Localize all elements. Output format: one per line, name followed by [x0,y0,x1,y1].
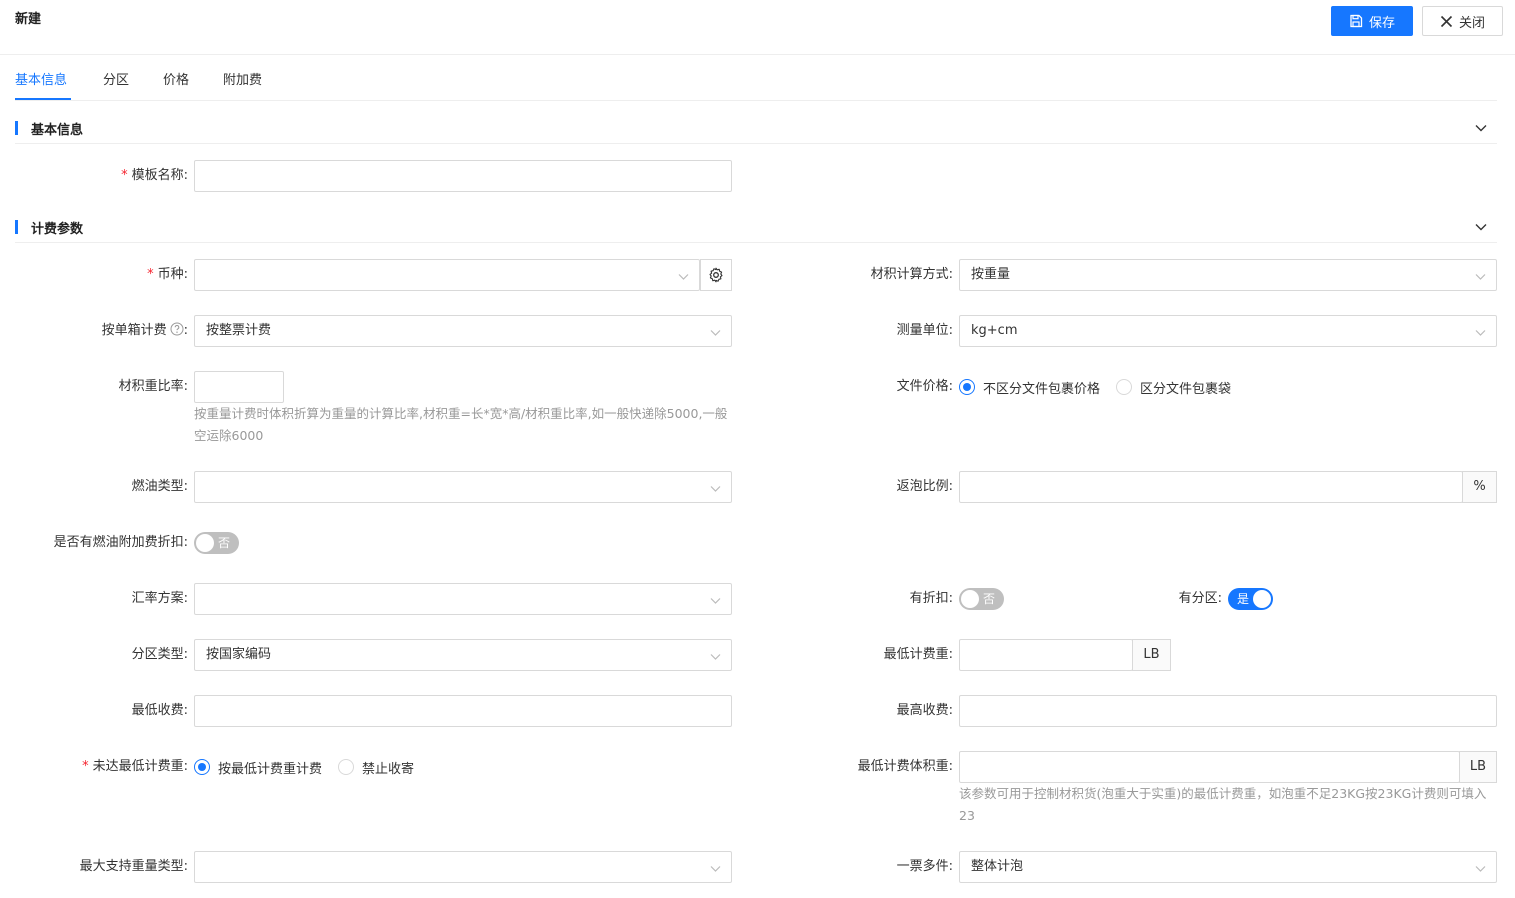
unit-label: 测量单位: [896,323,953,338]
switch-knob [961,590,979,608]
max-fee-input[interactable] [959,695,1497,727]
save-button[interactable]: 保存 [1331,6,1413,36]
chevron-down-icon [1475,274,1486,280]
volume-calc-label: 材积计算方式: [870,267,953,282]
chevron-down-icon [710,654,721,660]
per-box-label: 按单箱计费: [101,322,188,338]
required-mark: * [82,759,89,774]
switch-knob [196,534,214,552]
doc-price-option-no-distinction[interactable]: 不区分文件包裹价格 [959,378,1100,397]
section-title-basic: 基本信息 [31,123,84,138]
currency-settings-button[interactable] [700,259,732,291]
volume-calc-select[interactable]: 按重量 [959,259,1497,291]
required-mark: * [147,267,154,282]
per-box-select[interactable]: 按整票计费 [194,315,732,347]
has-zone-label: 有分区: [1178,591,1222,606]
volume-ratio-label: 材积重比率: [118,379,188,394]
below-min-option-reject[interactable]: 禁止收寄 [338,758,414,777]
max-weight-type-select[interactable] [194,851,732,883]
rate-plan-label: 汇率方案: [131,591,188,606]
min-weight-input[interactable] [959,639,1133,671]
multi-piece-label: 一票多件: [896,859,953,874]
volume-ratio-hint: 按重量计费时体积折算为重量的计算比率,材积重=长*宽*高/材积重比率,如一般快递… [194,406,728,443]
chevron-down-icon [710,866,721,872]
doc-price-radio-group: 不区分文件包裹价格 区分文件包裹袋 [959,371,1247,403]
max-weight-type-label: 最大支持重量类型: [79,859,188,874]
chevron-down-icon[interactable] [1474,121,1488,139]
save-icon [1350,14,1363,28]
tab-surcharge[interactable]: 附加费 [223,69,262,88]
has-zone-switch[interactable]: 是 [1228,588,1273,610]
question-circle-icon[interactable] [170,322,184,336]
percent-suffix: % [1462,471,1497,503]
tab-basic-info[interactable]: 基本信息 [15,69,67,88]
template-name-label: * 模板名称: [121,168,188,183]
currency-select[interactable] [194,259,700,291]
tab-price[interactable]: 价格 [163,69,189,88]
fuel-type-label: 燃油类型: [131,479,188,494]
fuel-discount-label: 是否有燃油附加费折扣: [53,535,188,550]
lb-suffix: LB [1459,751,1497,783]
save-button-label: 保存 [1368,15,1395,31]
header-divider [0,54,1515,55]
doc-price-option-distinguish[interactable]: 区分文件包裹袋 [1116,378,1231,397]
close-button[interactable]: 关闭 [1422,6,1503,36]
lb-suffix: LB [1132,639,1171,671]
unit-select[interactable]: kg+cm [959,315,1497,347]
section-divider [15,242,1497,243]
template-name-input[interactable] [194,160,732,192]
radio-unchecked [1116,379,1133,395]
below-min-radio-group: 按最低计费重计费 禁止收寄 [194,751,430,783]
required-mark: * [121,168,128,183]
below-min-option-charge-min[interactable]: 按最低计费重计费 [194,758,322,777]
min-fee-input[interactable] [194,695,732,727]
chevron-down-icon [1475,330,1486,336]
volume-ratio-input[interactable] [194,371,284,403]
chevron-down-icon [710,330,721,336]
fuel-type-select[interactable] [194,471,732,503]
fuel-discount-switch[interactable]: 否 [194,532,239,554]
min-vol-weight-label: 最低计费体积重: [857,759,953,774]
section-marker [15,121,18,135]
rate-plan-select[interactable] [194,583,732,615]
min-vol-weight-input[interactable] [959,751,1460,783]
close-button-label: 关闭 [1458,15,1485,31]
radio-checked [959,379,975,395]
chevron-down-icon [710,486,721,492]
zone-type-select[interactable]: 按国家编码 [194,639,732,671]
doc-price-label: 文件价格: [896,379,953,394]
gear-icon [709,267,723,283]
radio-checked [194,759,210,775]
section-divider [15,143,1497,144]
has-discount-switch[interactable]: 否 [959,588,1004,610]
chevron-down-icon [710,598,721,604]
chevron-down-icon[interactable] [1474,220,1488,238]
chevron-down-icon [1475,866,1486,872]
max-fee-label: 最高收费: [896,703,953,718]
switch-knob [1253,590,1271,608]
min-fee-label: 最低收费: [131,703,188,718]
close-icon [1440,15,1453,27]
section-title-billing: 计费参数 [31,222,84,237]
zone-type-label: 分区类型: [131,647,188,662]
min-vol-weight-hint: 该参数可用于控制材积货(泡重大于实重)的最低计费重，如泡重不足23KG按23KG… [959,786,1487,823]
has-discount-label: 有折扣: [909,591,953,606]
min-weight-label: 最低计费重: [883,647,953,662]
currency-label: * 币种: [147,267,188,282]
section-marker [15,220,18,234]
tab-zones[interactable]: 分区 [103,69,129,88]
page-title: 新建 [15,12,42,27]
tabs-divider [15,100,1497,101]
chevron-down-icon [678,274,689,280]
multi-piece-select[interactable]: 整体计泡 [959,851,1497,883]
bubble-ratio-label: 返泡比例: [896,479,953,494]
radio-unchecked [338,759,355,775]
below-min-label: * 未达最低计费重: [82,759,188,774]
bubble-ratio-input[interactable] [959,471,1463,503]
